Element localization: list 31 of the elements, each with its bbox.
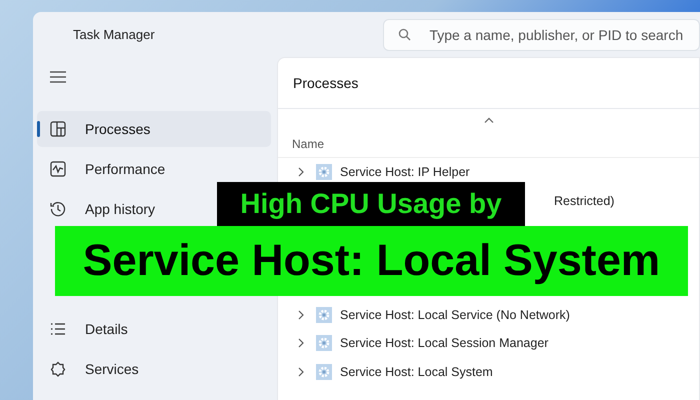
pulse-icon	[50, 161, 66, 177]
chevron-icon[interactable]	[298, 338, 304, 348]
gear-icon	[316, 306, 332, 323]
list-icon	[50, 321, 66, 337]
gear-icon	[316, 164, 332, 180]
column-header[interactable]: Name	[278, 129, 699, 158]
gear-icon	[316, 335, 332, 352]
window-title: Task Manager	[73, 27, 156, 42]
gear-icon	[316, 364, 332, 380]
search-icon	[398, 28, 412, 41]
menu-icon[interactable]	[50, 71, 66, 83]
chevron-icon[interactable]	[298, 310, 304, 320]
chevron-icon[interactable]	[298, 167, 304, 178]
search-field[interactable]: Type a name, publisher, or PID to search	[383, 18, 700, 50]
sidebar-item[interactable]: Performance	[37, 151, 209, 187]
process-name: Service Host: Local Session Manager	[340, 336, 548, 350]
headline-banner: Service Host: Local System	[55, 226, 688, 296]
chevron-icon[interactable]	[298, 366, 304, 377]
sort-caret-icon[interactable]	[484, 117, 494, 123]
process-name: Service Host: IP Helper	[340, 165, 470, 180]
history-icon	[50, 201, 66, 217]
headline-banner: High CPU Usage by	[217, 182, 525, 226]
process-name: Service Host: Local System	[340, 364, 493, 379]
sidebar-item[interactable]: Details	[37, 311, 209, 347]
sidebar-item[interactable]: Services	[37, 351, 209, 387]
sidebar-item[interactable]: App history	[37, 191, 209, 227]
process-name: Service Host: Local Service (No Network)	[340, 308, 570, 322]
process-name: Restricted)	[554, 194, 614, 208]
sidebar-item[interactable]: Processes	[37, 111, 271, 147]
panel-title: Processes	[278, 58, 699, 109]
grid-icon	[50, 121, 66, 137]
